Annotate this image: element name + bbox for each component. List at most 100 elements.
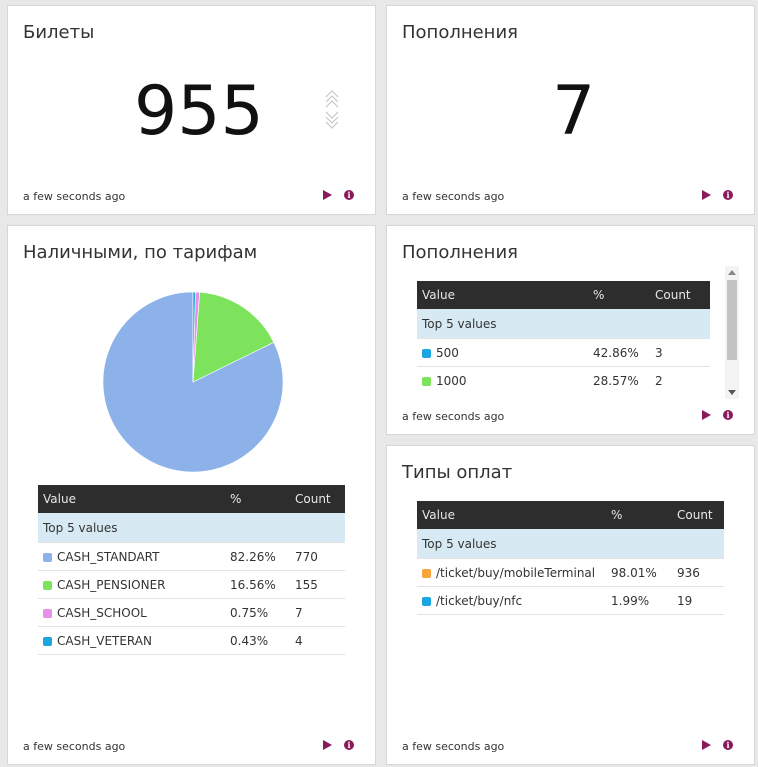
col-pct: % [606, 501, 672, 529]
count-cell: 7 [290, 598, 345, 627]
topups-count-panel: Пополнения 7 a few seconds ago i [386, 5, 755, 215]
info-icon[interactable]: i [723, 740, 733, 750]
cash-tariffs-panel: Наличными, по тарифам Value % Count Top … [7, 225, 376, 765]
table-header: Value % Count [417, 501, 724, 529]
tickets-panel: Билеты 955 a few seconds ago i [7, 5, 376, 215]
panel-title: Типы оплат [402, 462, 513, 483]
pct-cell: 16.56% [225, 570, 290, 599]
section-label: Top 5 values [417, 529, 724, 559]
scroll-down-icon[interactable] [728, 390, 736, 395]
info-icon[interactable]: i [723, 410, 733, 420]
table-row: 500 42.86% 3 [417, 338, 710, 367]
value-cell: /ticket/buy/nfc [417, 586, 606, 615]
play-icon[interactable] [323, 740, 332, 750]
scrollbar[interactable] [725, 266, 739, 399]
payment-types-panel: Типы оплат Value % Count Top 5 values /t… [386, 445, 755, 765]
play-icon[interactable] [702, 190, 711, 200]
value-cell: CASH_STANDART [38, 542, 225, 571]
col-count: Count [650, 281, 710, 309]
value-cell: CASH_SCHOOL [38, 598, 225, 627]
play-icon[interactable] [323, 190, 332, 200]
tariff-table: Value % Count Top 5 values CASH_STANDART… [38, 485, 345, 655]
tariff-pie-chart [102, 291, 284, 473]
scroll-up-icon[interactable] [728, 270, 736, 275]
value-cell: CASH_PENSIONER [38, 570, 225, 599]
count-cell: 19 [672, 586, 724, 615]
info-icon[interactable]: i [723, 190, 733, 200]
section-row: Top 5 values [417, 529, 724, 559]
pct-cell: 1.99% [606, 586, 672, 615]
count-cell: 770 [290, 542, 345, 571]
double-chevron-icon [325, 90, 339, 129]
value-text: /ticket/buy/nfc [436, 593, 523, 608]
count-cell: 936 [672, 558, 724, 587]
last-updated: a few seconds ago [402, 740, 505, 753]
pct-cell: 28.57% [588, 366, 650, 394]
play-icon[interactable] [702, 410, 711, 420]
last-updated: a few seconds ago [23, 740, 126, 753]
color-swatch [43, 636, 52, 646]
scrollbar-thumb[interactable] [727, 280, 737, 360]
pct-cell: 82.26% [225, 542, 290, 571]
table-row: CASH_STANDART 82.26% 770 [38, 542, 345, 571]
panel-title: Пополнения [402, 22, 518, 43]
panel-title: Билеты [23, 22, 95, 43]
value-text: 1000 [436, 373, 467, 388]
table-header: Value % Count [417, 281, 710, 309]
table-row: 1000 28.57% 2 [417, 366, 710, 394]
value-cell: CASH_VETERAN [38, 626, 225, 655]
value-text: CASH_STANDART [57, 549, 160, 564]
value-cell: 1000 [417, 366, 588, 394]
color-swatch [43, 608, 52, 618]
tickets-value: 955 [134, 72, 264, 151]
col-value: Value [417, 501, 606, 529]
col-pct: % [588, 281, 650, 309]
count-cell: 3 [650, 338, 710, 367]
info-icon[interactable]: i [344, 190, 354, 200]
topups-table: Value % Count Top 5 values 500 42.86% 3 … [417, 281, 710, 394]
color-swatch [422, 348, 431, 358]
col-count: Count [290, 485, 345, 513]
value-cell: 500 [417, 338, 588, 367]
value-text: CASH_PENSIONER [57, 577, 166, 592]
count-cell: 2 [650, 366, 710, 394]
payment-types-table: Value % Count Top 5 values /ticket/buy/m… [417, 501, 724, 615]
table-row: CASH_VETERAN 0.43% 4 [38, 626, 345, 655]
topups-table-panel: Пополнения Value % Count Top 5 values 50… [386, 225, 755, 435]
table-header: Value % Count [38, 485, 345, 513]
section-row: Top 5 values [417, 309, 710, 339]
table-row: CASH_SCHOOL 0.75% 7 [38, 598, 345, 627]
value-text: 500 [436, 345, 459, 360]
pct-cell: 0.43% [225, 626, 290, 655]
value-text: CASH_VETERAN [57, 633, 152, 648]
col-value: Value [38, 485, 225, 513]
panel-title: Наличными, по тарифам [23, 242, 258, 263]
pct-cell: 42.86% [588, 338, 650, 367]
color-swatch [422, 596, 431, 606]
table-viewport[interactable]: Value % Count Top 5 values 500 42.86% 3 … [417, 281, 710, 394]
topups-value: 7 [552, 72, 596, 151]
section-label: Top 5 values [38, 513, 345, 543]
last-updated: a few seconds ago [23, 190, 126, 203]
info-icon[interactable]: i [344, 740, 354, 750]
color-swatch [422, 568, 431, 578]
last-updated: a few seconds ago [402, 190, 505, 203]
pct-cell: 0.75% [225, 598, 290, 627]
panel-title: Пополнения [402, 242, 518, 263]
play-icon[interactable] [702, 740, 711, 750]
color-swatch [43, 552, 52, 562]
last-updated: a few seconds ago [402, 410, 505, 423]
color-swatch [43, 580, 52, 590]
col-pct: % [225, 485, 290, 513]
col-count: Count [672, 501, 724, 529]
section-row: Top 5 values [38, 513, 345, 543]
value-text: CASH_SCHOOL [57, 605, 147, 620]
table-row: /ticket/buy/nfc 1.99% 19 [417, 586, 724, 615]
col-value: Value [417, 281, 588, 309]
count-cell: 155 [290, 570, 345, 599]
table-row: /ticket/buy/mobileTerminal 98.01% 936 [417, 558, 724, 587]
value-text: /ticket/buy/mobileTerminal [436, 565, 596, 580]
table-row: CASH_PENSIONER 16.56% 155 [38, 570, 345, 599]
section-label: Top 5 values [417, 309, 710, 339]
value-cell: /ticket/buy/mobileTerminal [417, 558, 606, 587]
